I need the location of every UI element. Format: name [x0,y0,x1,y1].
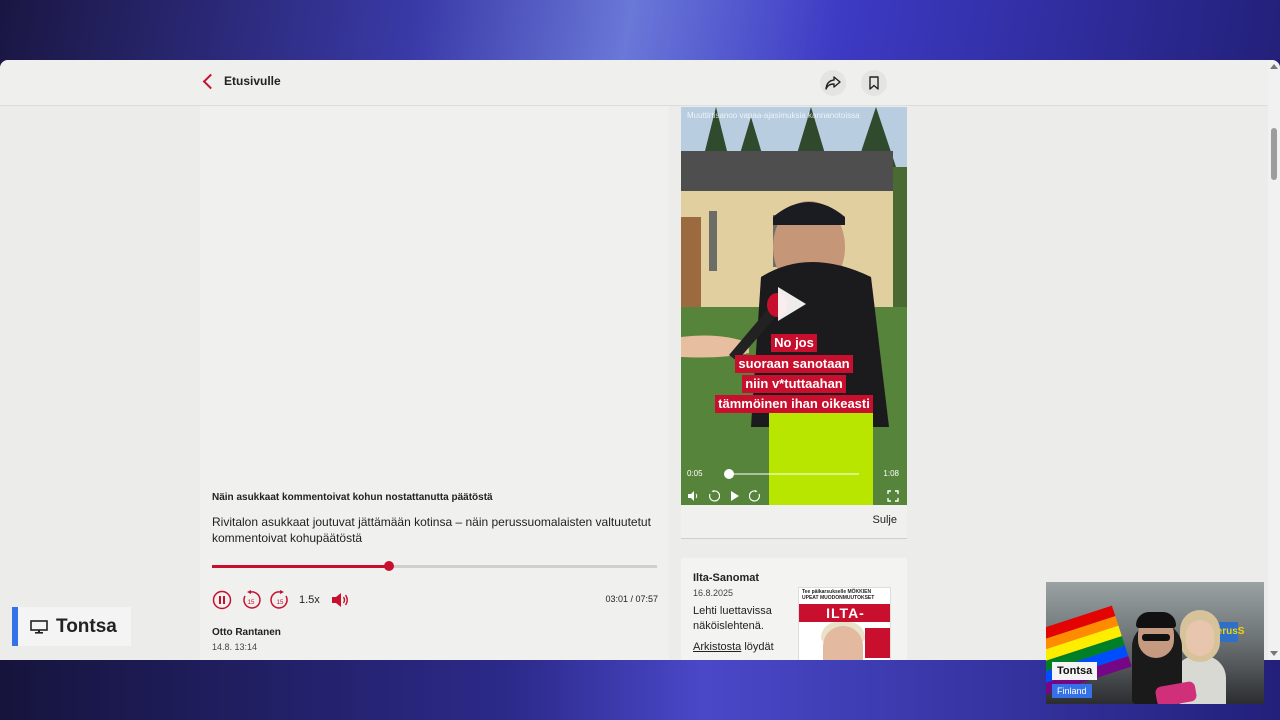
video-close-row: Sulje [681,505,907,539]
fullscreen-button[interactable] [887,490,899,502]
forward-icon [749,490,760,502]
scroll-down-arrow-icon[interactable] [1270,651,1278,656]
bookmark-icon [869,76,879,90]
promo-archive-line: Arkistosta löydät [693,641,774,653]
forward-15-button[interactable]: 15 [270,590,290,610]
forward-seconds: 15 [277,600,284,606]
monitor-icon [30,619,48,634]
pause-icon [212,590,232,610]
rewind-icon [709,490,720,502]
channel-name: Tontsa [56,615,117,637]
video-time-total: 1:08 [883,469,899,478]
webcam-overlay: PerusS Tontsa Finland [1046,582,1264,704]
back-label: Etusivulle [224,74,281,88]
video-time-current: 0:05 [687,469,703,478]
fullscreen-icon [887,490,899,502]
chevron-left-icon [202,73,219,89]
audio-kicker: Näin asukkaat kommentoivat kohun nostatt… [212,492,493,503]
promo-text: Lehti luettavissa näköislehtenä. [693,605,772,632]
video-player[interactable]: Muuttirtisanoo vapaa-ajasimuksia kannano… [681,107,907,505]
subtitle-line-1: No jos [681,334,907,352]
author-name: Otto Rantanen [212,627,281,638]
forward-icon: 15 [270,590,288,609]
pause-button[interactable] [212,590,232,610]
rewind-15-button[interactable]: 15 [241,590,261,610]
promo-title: Ilta-Sanomat [693,572,760,584]
archive-link[interactable]: Arkistosta [693,641,741,653]
browser-window: Etusivulle Näin asukkaat kommentoivat ko… [0,60,1280,660]
newspaper-cover-image[interactable]: Tee päikarsukselle MÖKKIEN UPEAT MUODONM… [798,587,891,660]
video-mute-button[interactable] [688,490,700,502]
person-1-cap [1136,612,1176,628]
subtitle-line-3: niin v*tuttaahan [681,375,907,393]
promo-date: 16.8.2025 [693,588,734,598]
cover-photo-face [823,626,863,660]
publish-date: 14.8. 13:14 [212,642,258,652]
speaker-icon [688,491,698,501]
video-rewind-button[interactable] [708,490,720,502]
newspaper-promo-card[interactable]: Ilta-Sanomat 16.8.2025 Lehti luettavissa… [681,558,907,660]
audio-time: 03:01 / 07:57 [605,594,658,604]
volume-button[interactable] [330,590,350,610]
cam-name-tag: Tontsa [1052,662,1098,680]
cover-masthead: ILTA-SANOMAT [799,604,890,639]
person-1-glasses [1142,634,1170,641]
back-to-frontpage-link[interactable]: Etusivulle [200,73,281,89]
playback-speed-button[interactable]: 1.5x [299,594,320,606]
cam-country-tag: Finland [1052,684,1092,698]
article-top-bar: Etusivulle [0,60,1268,106]
audio-controls: 15 15 1.5x 03:01 / 07:57 [212,589,658,611]
archive-link-suffix: löydät [741,641,774,653]
person-2-face [1186,620,1214,656]
audio-title: Rivitalon asukkaat joutuvat jättämään ko… [212,515,651,545]
rainbow-flag [1046,605,1132,695]
cover-red-box [865,628,890,658]
cover-headline: Tee päikarsukselle MÖKKIEN UPEAT MUODONM… [799,588,890,604]
play-icon-large[interactable] [778,287,806,321]
audio-progress-handle[interactable] [384,561,394,571]
scrollbar-thumb[interactable] [1271,128,1277,180]
video-progress-handle[interactable] [724,469,734,479]
rewind-seconds: 15 [248,600,255,606]
close-video-button[interactable]: Sulje [873,514,897,526]
scroll-up-arrow-icon[interactable] [1270,64,1278,69]
byline: Otto Rantanen 14.8. 13:14 [212,627,658,652]
audio-progress-slider[interactable] [212,561,658,572]
video-top-caption: Muuttirtisanoo vapaa-ajasimuksia kannano… [687,111,860,120]
video-progress-slider[interactable] [727,473,859,475]
share-button[interactable] [820,70,846,96]
subtitle-line-4: tämmöinen ihan oikeasti [681,395,907,413]
audio-player-card: Näin asukkaat kommentoivat kohun nostatt… [212,492,658,652]
volume-icon [331,593,348,607]
video-controls: 0:05 1:08 [681,462,907,505]
share-icon [825,76,841,90]
video-forward-button[interactable] [749,490,761,502]
subtitle-line-2: suoraan sanotaan [681,355,907,373]
audio-progress-fill [212,565,389,568]
video-play-button[interactable] [729,490,741,502]
play-icon [731,491,739,501]
page-scrollbar[interactable] [1268,60,1280,660]
bookmark-button[interactable] [861,70,887,96]
rewind-icon: 15 [243,590,261,609]
channel-label-accent [12,607,18,646]
stream-channel-label: Tontsa [12,607,131,646]
article-column: Näin asukkaat kommentoivat kohun nostatt… [200,106,669,660]
